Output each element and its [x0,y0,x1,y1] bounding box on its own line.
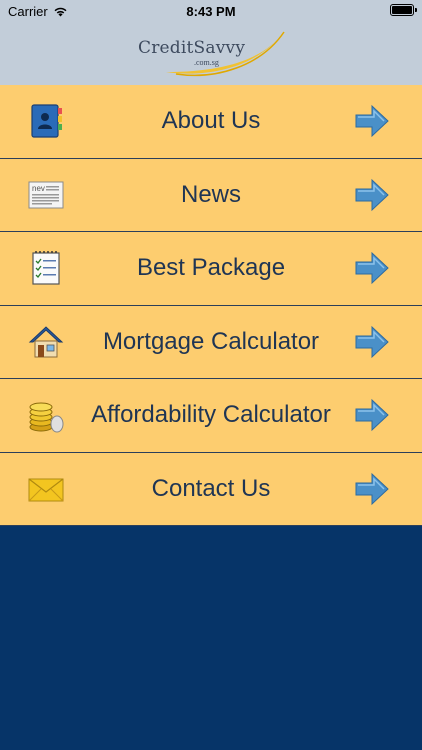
menu-item-best-package[interactable]: Best Package [0,232,422,306]
menu-item-label: Mortgage Calculator [102,327,320,355]
arrow-right-icon [355,325,389,358]
creditsavvy-logo: CreditSavvy .com.sg [136,28,286,80]
menu-item-label: Best Package [136,254,286,282]
menu-item-label: News [180,180,241,208]
menu-item-label: About Us [161,107,261,135]
status-right [390,4,417,16]
menu-item-label: Contact Us [151,474,271,502]
menu-item-mortgage-calculator[interactable]: Mortgage Calculator [0,305,422,379]
battery-icon [390,4,417,16]
app-header: CreditSavvy .com.sg [0,22,422,85]
logo-subtext: .com.sg [194,57,219,67]
arrow-right-icon [355,252,389,285]
main-menu: About Us nev News Best Package Mortgage … [0,85,422,526]
arrow-right-icon [355,178,389,211]
arrow-right-icon [355,105,389,138]
menu-item-affordability-calculator[interactable]: Affordability Calculator [0,379,422,453]
status-time: 8:43 PM [186,4,236,19]
arrow-right-icon [355,399,389,432]
menu-item-contact-us[interactable]: Contact Us [0,452,422,526]
menu-item-news[interactable]: nev News [0,158,422,232]
bottom-background [0,527,422,750]
logo-text: CreditSavvy [138,37,246,58]
arrow-right-icon [355,472,389,505]
menu-item-label: Affordability Calculator [91,401,331,429]
status-bar: Carrier 8:43 PM [0,0,422,22]
svg-text:nev: nev [32,184,45,193]
menu-item-about-us[interactable]: About Us [0,85,422,159]
